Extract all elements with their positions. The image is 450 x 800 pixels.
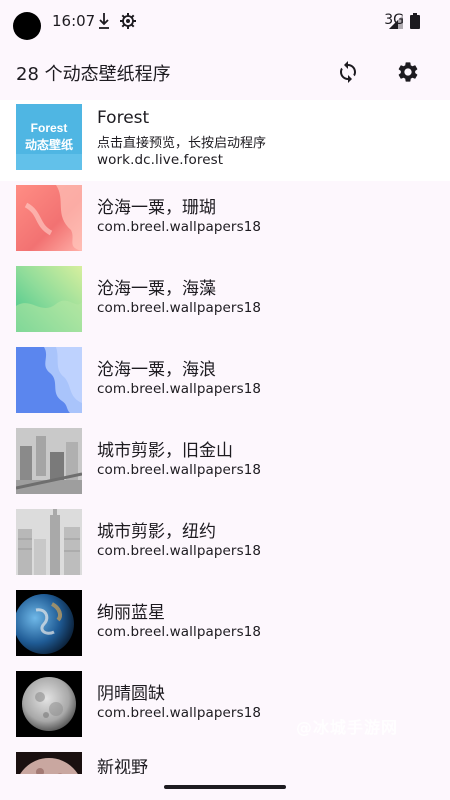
list-item-blue-planet[interactable]: 绚丽蓝星 com.breel.wallpapers18: [0, 586, 450, 667]
list-item-san-francisco[interactable]: 城市剪影，旧金山 com.breel.wallpapers18: [0, 424, 450, 505]
list-item-seaweed[interactable]: 沧海一粟，海藻 com.breel.wallpapers18: [0, 262, 450, 343]
thumbnail-wave: [16, 347, 82, 413]
wallpaper-name: 阴晴圆缺: [97, 684, 165, 704]
thumb-text-1: Forest: [31, 121, 68, 135]
list-item-new-york[interactable]: 城市剪影，纽约 com.breel.wallpapers18: [0, 505, 450, 586]
wallpaper-package: work.dc.live.forest: [97, 152, 224, 168]
list-item-forest[interactable]: Forest 动态壁纸 Forest 点击直接预览，长按启动程序 work.dc…: [0, 100, 450, 181]
thumbnail-moon: [16, 671, 82, 737]
wallpaper-name: Forest: [97, 108, 150, 128]
wallpaper-hint: 点击直接预览，长按启动程序: [97, 136, 267, 151]
camera-cutout: [13, 12, 41, 40]
thumbnail-blue-planet: [16, 590, 82, 656]
wallpaper-package: com.breel.wallpapers18: [97, 219, 262, 235]
watermark: @冰城手游网: [296, 718, 399, 737]
wallpaper-name: 绚丽蓝星: [97, 603, 165, 623]
thumbnail-san-francisco: [16, 428, 82, 494]
settings-status-icon: [120, 13, 136, 33]
wallpaper-package: com.breel.wallpapers18: [97, 543, 262, 559]
refresh-icon: [340, 61, 356, 83]
gesture-bar[interactable]: [164, 785, 286, 789]
settings-icon: [398, 62, 418, 82]
wallpaper-name: 城市剪影，旧金山: [97, 441, 233, 461]
app-bar: 28 个动态壁纸程序: [0, 46, 450, 96]
wallpaper-package: com.breel.wallpapers18: [97, 300, 262, 316]
status-time: 16:07: [52, 12, 96, 30]
thumbnail-forest: Forest 动态壁纸: [16, 104, 82, 170]
page-title: 28 个动态壁纸程序: [16, 64, 171, 85]
thumb-text-2: 动态壁纸: [25, 137, 73, 152]
settings-button[interactable]: [388, 52, 428, 92]
wallpaper-package: com.breel.wallpapers18: [97, 462, 262, 478]
wallpaper-list: Forest 动态壁纸 Forest 点击直接预览，长按启动程序 work.dc…: [0, 96, 450, 774]
thumbnail-seaweed: [16, 266, 82, 332]
list-item-coral[interactable]: 沧海一粟，珊瑚 com.breel.wallpapers18: [0, 181, 450, 262]
thumbnail-new-york: [16, 509, 82, 575]
battery-icon: [410, 13, 420, 33]
wallpaper-package: com.breel.wallpapers18: [97, 624, 262, 640]
wallpaper-package: com.breel.wallpapers18: [97, 705, 262, 721]
thumbnail-coral: [16, 185, 82, 251]
wallpaper-name: 新视野: [97, 758, 148, 774]
status-bar: 16:07 3G: [0, 0, 450, 44]
wallpaper-name: 沧海一粟，海浪: [97, 360, 216, 380]
wallpaper-name: 沧海一粟，海藻: [97, 279, 216, 299]
signal-icon: [389, 14, 403, 33]
list-item-wave[interactable]: 沧海一粟，海浪 com.breel.wallpapers18: [0, 343, 450, 424]
wallpaper-package: com.breel.wallpapers18: [97, 381, 262, 397]
refresh-button[interactable]: [328, 52, 368, 92]
thumbnail-new-horizons: [16, 752, 82, 774]
wallpaper-name: 沧海一粟，珊瑚: [97, 198, 216, 218]
wallpaper-name: 城市剪影，纽约: [97, 522, 216, 542]
list-item-new-horizons[interactable]: 新视野: [0, 748, 450, 774]
download-icon: [98, 12, 110, 34]
